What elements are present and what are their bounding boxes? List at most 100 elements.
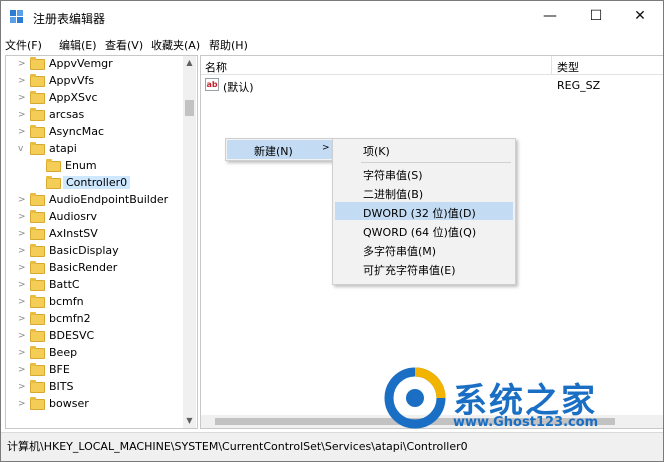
value-name: (默认) <box>223 81 254 94</box>
watermark-logo-icon <box>384 367 446 429</box>
tree-item-audiosrv[interactable]: > Audiosrv <box>6 209 182 226</box>
window-title: 注册表编辑器 <box>33 12 106 26</box>
watermark-url: www.Ghost123.com <box>453 415 599 430</box>
folder-icon <box>30 278 45 291</box>
folder-icon <box>30 312 45 325</box>
registry-path: 计算机\HKEY_LOCAL_MACHINE\SYSTEM\CurrentCon… <box>7 440 468 453</box>
menu-edit[interactable]: 编辑(E) <box>59 37 97 53</box>
status-bar: 计算机\HKEY_LOCAL_MACHINE\SYSTEM\CurrentCon… <box>1 432 663 461</box>
tree-item-label: BasicRender <box>49 261 118 274</box>
chevron-right-icon[interactable]: > <box>18 263 26 273</box>
folder-icon <box>30 329 45 342</box>
submenu-item-string-value[interactable]: 字符串值(S) <box>335 164 513 182</box>
maximize-button[interactable]: ☐ <box>573 1 619 32</box>
chevron-right-icon[interactable]: > <box>18 110 26 120</box>
tree-item-label: atapi <box>49 142 77 155</box>
chevron-right-icon[interactable]: > <box>18 280 26 290</box>
string-value-icon: ab <box>205 78 219 91</box>
chevron-right-icon[interactable]: > <box>18 93 26 103</box>
tree-vertical-scrollbar[interactable]: ▲ ▼ <box>183 56 196 428</box>
tree-item-bowser[interactable]: > bowser <box>6 396 182 413</box>
chevron-right-icon[interactable]: > <box>18 382 26 392</box>
close-button[interactable]: ✕ <box>617 1 663 32</box>
tree-item-bfe[interactable]: > BFE <box>6 362 182 379</box>
context-menu: 新建(N) > <box>225 138 335 161</box>
submenu-item-label: 字符串值(S) <box>363 169 423 182</box>
tree-item-label: bowser <box>49 397 89 410</box>
chevron-right-icon[interactable]: > <box>18 399 26 409</box>
tree-item-battc[interactable]: > BattC <box>6 277 182 294</box>
tree-item-bcmfn2[interactable]: > bcmfn2 <box>6 311 182 328</box>
tree-item-bits[interactable]: > BITS <box>6 379 182 396</box>
tree-item-asyncmac[interactable]: > AsyncMac <box>6 124 182 141</box>
tree-item-bcmfn[interactable]: > bcmfn <box>6 294 182 311</box>
tree-item-axinstsv[interactable]: > AxInstSV <box>6 226 182 243</box>
folder-icon <box>30 244 45 257</box>
scroll-down-arrow-icon[interactable]: ▼ <box>183 414 196 428</box>
tree-item-beep[interactable]: > Beep <box>6 345 182 362</box>
folder-open-icon <box>30 142 45 155</box>
tree-item-atapi[interactable]: v atapi <box>6 141 182 158</box>
title-bar[interactable]: 注册表编辑器 — ☐ ✕ <box>1 1 663 32</box>
submenu-item-qword-value[interactable]: QWORD (64 位)值(Q) <box>335 221 513 239</box>
folder-icon <box>30 57 45 70</box>
tree-item-basicdisplay[interactable]: > BasicDisplay <box>6 243 182 260</box>
tree-item-bdesvc[interactable]: > BDESVC <box>6 328 182 345</box>
new-submenu: 项(K) 字符串值(S) 二进制值(B) DWORD (32 位)值(D) QW… <box>332 138 516 285</box>
submenu-item-dword-value[interactable]: DWORD (32 位)值(D) <box>335 202 513 220</box>
tree-item-appxsvc[interactable]: > AppXSvc <box>6 90 182 107</box>
submenu-item-binary-value[interactable]: 二进制值(B) <box>335 183 513 201</box>
folder-icon <box>30 210 45 223</box>
tree-item-controller0[interactable]: Controller0 <box>6 175 182 192</box>
chevron-down-icon[interactable]: v <box>18 144 26 154</box>
chevron-right-icon[interactable]: > <box>18 314 26 324</box>
scroll-up-arrow-icon[interactable]: ▲ <box>183 56 196 70</box>
folder-icon <box>30 380 45 393</box>
tree-item-basicrender[interactable]: > BasicRender <box>6 260 182 277</box>
tree-item-label: BDESVC <box>49 329 95 342</box>
folder-icon <box>30 227 45 240</box>
column-header-name[interactable]: 名称 <box>205 59 227 75</box>
chevron-right-icon[interactable]: > <box>18 229 26 239</box>
column-divider[interactable] <box>551 56 552 74</box>
chevron-right-icon[interactable]: > <box>18 348 26 358</box>
chevron-right-icon[interactable]: > <box>18 195 26 205</box>
submenu-item-multi-string-value[interactable]: 多字符串值(M) <box>335 240 513 258</box>
value-row-default[interactable]: ab (默认) REG_SZ <box>201 77 663 94</box>
submenu-item-expandable-string-value[interactable]: 可扩充字符串值(E) <box>335 259 513 277</box>
folder-icon <box>46 176 61 189</box>
scroll-thumb[interactable] <box>185 100 194 116</box>
registry-tree[interactable]: > AppvVemgr > AppvVfs > AppXSvc > arcsas… <box>5 55 198 429</box>
column-header-row: 名称 类型 <box>201 56 663 75</box>
tree-item-label-selected: Controller0 <box>63 176 131 189</box>
chevron-right-icon[interactable]: > <box>18 297 26 307</box>
menu-view[interactable]: 查看(V) <box>105 37 143 53</box>
folder-icon <box>30 397 45 410</box>
tree-item-label: bcmfn2 <box>49 312 91 325</box>
menu-favorites[interactable]: 收藏夹(A) <box>151 37 200 53</box>
chevron-right-icon[interactable]: > <box>18 331 26 341</box>
chevron-right-icon[interactable]: > <box>18 365 26 375</box>
tree-item-enum[interactable]: Enum <box>6 158 182 175</box>
menu-file[interactable]: 文件(F) <box>5 37 42 53</box>
context-menu-new[interactable]: 新建(N) > <box>227 140 333 159</box>
submenu-item-label: 项(K) <box>363 145 390 158</box>
chevron-right-icon[interactable]: > <box>18 246 26 256</box>
chevron-right-icon[interactable]: > <box>18 212 26 222</box>
minimize-button[interactable]: — <box>527 1 573 32</box>
chevron-right-icon[interactable]: > <box>18 76 26 86</box>
tree-item-label: bcmfn <box>49 295 84 308</box>
tree-item-label: BasicDisplay <box>49 244 119 257</box>
column-header-type[interactable]: 类型 <box>557 59 579 75</box>
folder-icon <box>30 193 45 206</box>
chevron-right-icon[interactable]: > <box>18 59 26 69</box>
tree-item-appvvemgr[interactable]: > AppvVemgr <box>6 56 182 73</box>
tree-item-arcsas[interactable]: > arcsas <box>6 107 182 124</box>
tree-item-appvvfs[interactable]: > AppvVfs <box>6 73 182 90</box>
menu-help[interactable]: 帮助(H) <box>209 37 248 53</box>
menu-separator <box>361 162 511 163</box>
tree-item-audioendpointbuilder[interactable]: > AudioEndpointBuilder <box>6 192 182 209</box>
chevron-right-icon[interactable]: > <box>18 127 26 137</box>
folder-icon <box>46 159 61 172</box>
submenu-item-key[interactable]: 项(K) <box>335 140 513 158</box>
